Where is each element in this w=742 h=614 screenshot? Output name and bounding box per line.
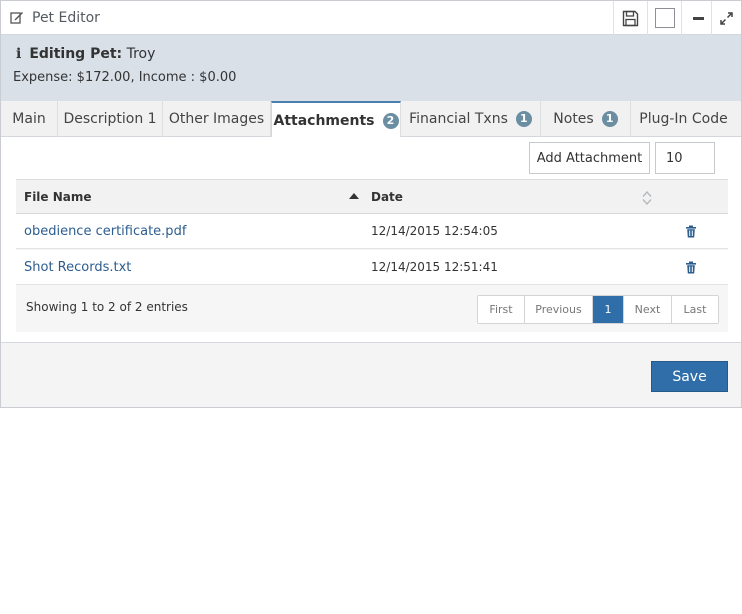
pager-next[interactable]: Next bbox=[624, 296, 672, 323]
add-attachment-button[interactable]: Add Attachment bbox=[529, 142, 650, 174]
pet-info-panel: i Editing Pet: Troy Expense: $172.00, Inc… bbox=[1, 35, 741, 101]
expand-icon bbox=[720, 11, 733, 25]
entries-info: Showing 1 to 2 of 2 entries bbox=[26, 300, 188, 314]
tab-label: Description 1 bbox=[63, 111, 157, 127]
title-bar: Pet Editor bbox=[1, 1, 741, 35]
editing-pet-label: Editing Pet: bbox=[29, 46, 123, 62]
tab-label: Plug-In Code bbox=[639, 111, 728, 127]
table-header: File Name Date bbox=[16, 180, 728, 214]
tab-label: Main bbox=[12, 111, 46, 127]
tab-financial-txns[interactable]: Financial Txns 1 bbox=[401, 101, 541, 137]
table-row: obedience certificate.pdf 12/14/2015 12:… bbox=[16, 214, 728, 249]
pet-editor-window: Pet Editor iEditing Pet: Troy Expense: bbox=[0, 0, 742, 408]
sort-both-icon bbox=[642, 190, 652, 206]
tab-other-images[interactable]: Other Images bbox=[163, 101, 271, 137]
trash-icon[interactable] bbox=[685, 261, 697, 274]
tab-label: Notes bbox=[553, 111, 594, 127]
maximize-button[interactable] bbox=[711, 1, 741, 35]
tab-label: Financial Txns bbox=[409, 111, 508, 127]
column-file-name[interactable]: File Name bbox=[24, 180, 92, 214]
file-date: 12/14/2015 12:54:05 bbox=[371, 224, 498, 238]
attachments-panel: Add Attachment File Name Date obedience … bbox=[1, 137, 741, 343]
table-footer: Showing 1 to 2 of 2 entries First Previo… bbox=[16, 286, 728, 332]
pagination: First Previous 1 Next Last bbox=[477, 295, 719, 324]
edit-icon bbox=[10, 12, 23, 24]
tab-bar: Main Description 1 Other Images Attachme… bbox=[1, 101, 741, 138]
tab-label: Attachments bbox=[273, 112, 375, 129]
pet-name: Troy bbox=[126, 46, 156, 62]
column-date[interactable]: Date bbox=[371, 180, 403, 214]
notes-count-badge: 1 bbox=[601, 111, 618, 127]
attachments-table: File Name Date obedience certificate.pdf… bbox=[16, 179, 728, 332]
tab-notes[interactable]: Notes 1 bbox=[541, 101, 631, 137]
file-name-link[interactable]: obedience certificate.pdf bbox=[24, 214, 186, 249]
tab-main[interactable]: Main bbox=[1, 101, 58, 137]
page-size-input[interactable] bbox=[655, 142, 715, 174]
table-row: Shot Records.txt 12/14/2015 12:51:41 bbox=[16, 250, 728, 285]
sort-asc-icon bbox=[349, 193, 359, 199]
tab-description-1[interactable]: Description 1 bbox=[58, 101, 163, 137]
trash-icon[interactable] bbox=[685, 225, 697, 238]
file-date: 12/14/2015 12:51:41 bbox=[371, 260, 498, 274]
save-button[interactable]: Save bbox=[651, 361, 728, 392]
square-icon bbox=[654, 8, 675, 28]
editing-pet-line: i Editing Pet: Troy bbox=[16, 46, 155, 62]
pager-previous[interactable]: Previous bbox=[525, 296, 593, 323]
save-icon bbox=[622, 10, 639, 26]
tab-plug-in-code[interactable]: Plug-In Code bbox=[631, 101, 736, 137]
info-icon: i bbox=[16, 46, 22, 62]
file-name-link[interactable]: Shot Records.txt bbox=[24, 250, 131, 285]
tab-attachments[interactable]: Attachments 2 bbox=[271, 101, 401, 138]
pager-first[interactable]: First bbox=[478, 296, 525, 323]
window-title: Pet Editor bbox=[32, 10, 100, 26]
dialog-footer: Save bbox=[1, 343, 741, 407]
pager-last[interactable]: Last bbox=[672, 296, 718, 323]
pager-page-1[interactable]: 1 bbox=[593, 296, 624, 323]
minimize-icon bbox=[693, 16, 704, 20]
attachments-count-badge: 2 bbox=[382, 112, 399, 129]
tab-label: Other Images bbox=[168, 111, 265, 127]
financial-count-badge: 1 bbox=[515, 111, 532, 127]
expense-income-summary: Expense: $172.00, Income : $0.00 bbox=[13, 70, 237, 85]
minimize-button[interactable] bbox=[681, 1, 715, 35]
save-toolbar-button[interactable] bbox=[613, 1, 647, 35]
window-toggle-button[interactable] bbox=[647, 1, 681, 35]
